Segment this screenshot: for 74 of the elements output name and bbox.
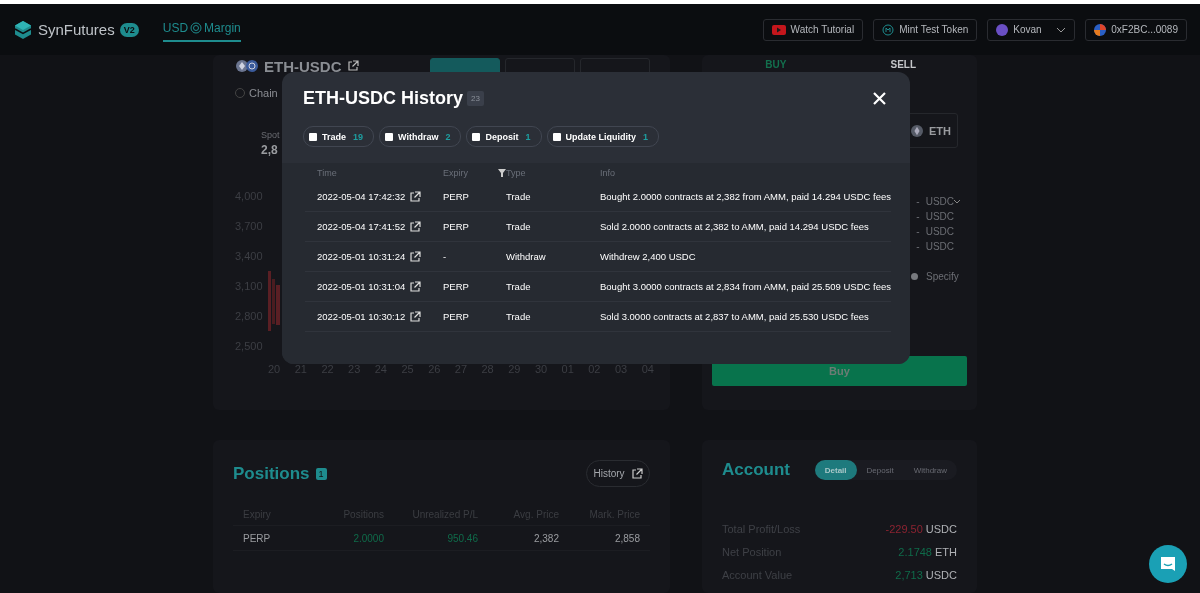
- chip-label: Update Liquidity: [565, 131, 636, 142]
- filter-chip[interactable]: Update Liquidity 1: [546, 126, 659, 147]
- amount-value: -: [916, 211, 920, 222]
- stat-value: 2.1748: [898, 545, 932, 558]
- table-cell-text: PERP: [243, 532, 272, 544]
- unit-label: USDC: [925, 241, 954, 252]
- table-cell: Withdrew 2,400 USDC: [600, 251, 696, 262]
- chip-label: Deposit: [485, 131, 519, 142]
- column-header: Expiry: [443, 167, 468, 178]
- filter-chip[interactable]: Withdraw 2: [379, 126, 462, 147]
- table-cell: 2022-05-04 17:42:32: [317, 191, 406, 202]
- column-header: Type: [506, 167, 526, 178]
- unit-label: USDC: [925, 226, 954, 237]
- brand-name: SynFutures: [38, 21, 115, 38]
- table-cell-text: 2,382: [532, 532, 559, 544]
- table-cell: PERP: [443, 311, 469, 322]
- stat-value: 2,713: [895, 568, 923, 581]
- filter-chip[interactable]: Trade 19: [303, 126, 375, 147]
- table-cell: 2022-05-01 10:30:12: [317, 311, 406, 322]
- chip-count: 19: [353, 131, 364, 142]
- chip-label: Trade: [322, 131, 346, 142]
- spot-label: Spot: [261, 130, 280, 140]
- table-cell: Sold 2.0000 contracts at 2,382 to AMM, paid 14.294 USDC fees: [600, 221, 869, 232]
- table-cell-text: 950.46: [446, 532, 478, 544]
- unit-label: ETH: [935, 545, 957, 558]
- count-badge: 23: [467, 91, 484, 106]
- spot-price: 2,8: [261, 143, 279, 157]
- table-cell: 2022-05-01 10:31:04: [317, 281, 406, 292]
- table-cell: Withdraw: [506, 251, 546, 262]
- unit-label: USDC: [925, 568, 957, 581]
- unit-label: USDC: [925, 522, 957, 535]
- header-button[interactable]: Watch Tutorial: [762, 18, 864, 41]
- table-cell: Bought 3.0000 contracts at 2,834 from AMM, paid 25.509 USDC fees: [600, 281, 891, 292]
- chip-count: 2: [445, 131, 451, 142]
- column-header: Info: [600, 167, 615, 178]
- option-label: Chain: [249, 87, 278, 99]
- header-button[interactable]: Mint Test Token: [873, 18, 978, 41]
- table-cell: PERP: [443, 191, 469, 202]
- section-title: Account: [722, 460, 790, 480]
- amount-value: -: [916, 241, 920, 252]
- option-label: Specify: [926, 271, 959, 282]
- version-badge: V2: [119, 22, 139, 37]
- count-badge: 1: [315, 467, 327, 480]
- table-cell-text: 2,858: [613, 532, 640, 544]
- chip-count: 1: [525, 131, 531, 142]
- filter-chip[interactable]: Deposit 1: [466, 126, 542, 147]
- table-cell: Trade: [506, 311, 531, 322]
- table-cell: -: [443, 251, 447, 262]
- network-selector[interactable]: Kovan: [987, 18, 1076, 41]
- section-title: Positions: [233, 463, 310, 484]
- nav-tab[interactable]: USD Margin: [162, 17, 241, 42]
- dialog-title: ETH-USDC History: [303, 88, 463, 109]
- stat-value: -229.50: [885, 522, 923, 535]
- column-header: Time: [317, 167, 337, 178]
- unit-label: USDC: [925, 211, 954, 222]
- table-cell: 2022-05-04 17:41:52: [317, 221, 406, 232]
- pair-title: ETH-USDC: [264, 57, 342, 75]
- table-cell: Bought 2.0000 contracts at 2,382 from AMM, paid 14.294 USDC fees: [600, 191, 891, 202]
- table-cell: 2022-05-01 10:31:24: [317, 251, 406, 262]
- table-cell: Trade: [506, 221, 531, 232]
- amount-value: -: [916, 226, 920, 237]
- table-cell: Trade: [506, 281, 531, 292]
- table-cell: PERP: [443, 281, 469, 292]
- history-button[interactable]: History: [586, 460, 650, 487]
- chip-count: 1: [643, 131, 648, 142]
- wallet-button[interactable]: 0xF2BC...0089: [1085, 18, 1187, 41]
- table-cell-text: 2.0000: [352, 532, 384, 544]
- unit-label: USDC: [925, 196, 954, 207]
- table-cell: Sold 3.0000 contracts at 2,837 to AMM, paid 25.530 USDC fees: [600, 311, 869, 322]
- side-tab[interactable]: SELL: [839, 57, 967, 71]
- table-cell: Trade: [506, 191, 531, 202]
- table-cell: PERP: [443, 221, 469, 232]
- chip-label: Withdraw: [398, 131, 439, 142]
- amount-value: -: [916, 196, 920, 207]
